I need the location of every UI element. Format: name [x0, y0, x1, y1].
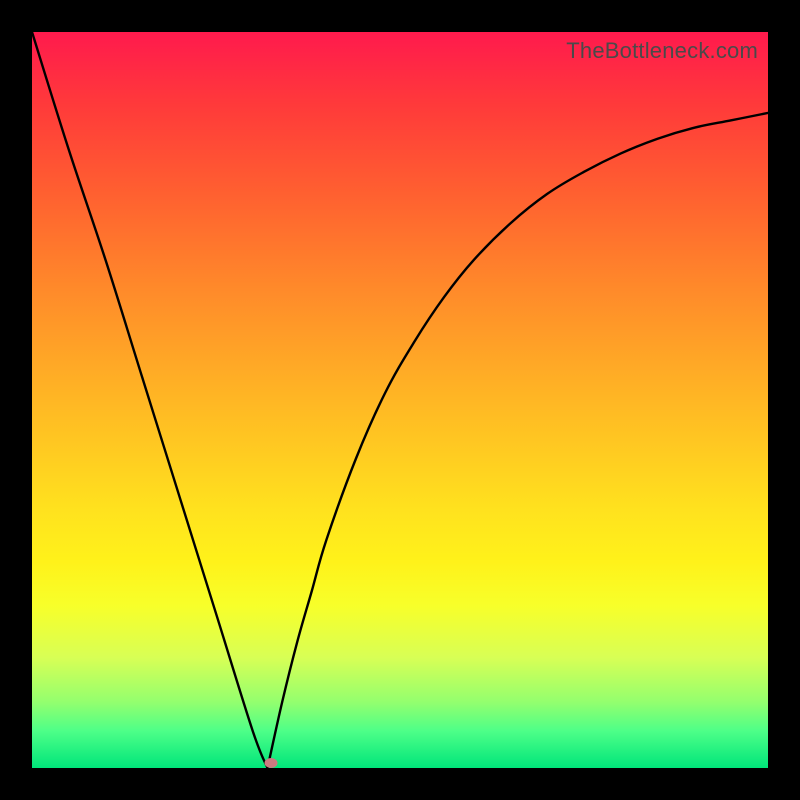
- plot-area: TheBottleneck.com: [32, 32, 768, 768]
- minimum-marker: [265, 758, 278, 768]
- curve-left-branch: [32, 32, 268, 768]
- bottleneck-curve: [32, 32, 768, 768]
- chart-frame: TheBottleneck.com: [0, 0, 800, 800]
- curve-right-branch: [268, 113, 768, 768]
